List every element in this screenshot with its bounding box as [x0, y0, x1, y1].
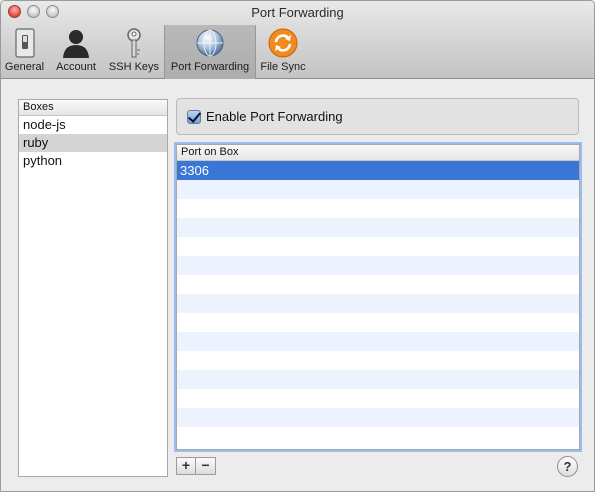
table-row-empty [177, 256, 579, 275]
table-row-empty [177, 199, 579, 218]
table-row[interactable]: 3306 [177, 161, 579, 180]
window-title: Port Forwarding [251, 5, 344, 20]
remove-port-button[interactable]: − [196, 457, 216, 475]
boxes-header: Boxes [19, 100, 167, 116]
table-row-empty [177, 180, 579, 199]
toolbar-account-label: Account [56, 61, 96, 73]
sync-icon [267, 27, 299, 59]
table-row-empty [177, 427, 579, 446]
enable-port-forwarding-label[interactable]: Enable Port Forwarding [206, 109, 343, 124]
toolbar-port-forwarding-label: Port Forwarding [170, 61, 250, 73]
table-row-empty [177, 275, 579, 294]
table-row-empty [177, 370, 579, 389]
toolbar-general[interactable]: General [1, 25, 48, 79]
enable-port-forwarding-checkbox[interactable] [187, 109, 201, 124]
table-row-empty [177, 351, 579, 370]
preferences-toolbar: General Account SSH Keys Port Forwarding… [1, 25, 310, 79]
table-row-empty [177, 294, 579, 313]
globe-icon [194, 27, 226, 59]
table-row-empty [177, 313, 579, 332]
table-row-empty [177, 237, 579, 256]
list-item-ruby[interactable]: ruby [19, 134, 167, 152]
table-row-empty [177, 332, 579, 351]
ports-table[interactable]: Port on Box 3306 [176, 144, 580, 450]
table-row-empty [177, 389, 579, 408]
port-on-box-header[interactable]: Port on Box [177, 145, 579, 161]
toolbar-port-forwarding[interactable]: Port Forwarding [164, 25, 256, 79]
title-bar: Port Forwarding General Account SSH Keys… [1, 1, 594, 79]
toolbar-file-sync-label: File Sync [260, 61, 306, 73]
toolbar-ssh-keys-label: SSH Keys [108, 61, 160, 73]
user-icon [60, 27, 92, 59]
boxes-list[interactable]: Boxes node-js ruby python [18, 99, 168, 477]
key-icon [118, 27, 150, 59]
toolbar-ssh-keys[interactable]: SSH Keys [104, 25, 164, 79]
toolbar-file-sync[interactable]: File Sync [256, 25, 310, 79]
help-button[interactable]: ? [557, 456, 578, 477]
list-item-python[interactable]: python [19, 152, 167, 170]
toolbar-account[interactable]: Account [48, 25, 104, 79]
enable-port-forwarding-panel: Enable Port Forwarding [176, 98, 579, 135]
toolbar-general-label: General [4, 61, 45, 73]
table-row-empty [177, 408, 579, 427]
table-row-empty [177, 218, 579, 237]
add-port-button[interactable]: + [176, 457, 196, 475]
switch-icon [9, 27, 41, 59]
add-remove-controls: + − [176, 457, 216, 475]
list-item-node-js[interactable]: node-js [19, 116, 167, 134]
preferences-window: Port Forwarding General Account SSH Keys… [0, 0, 595, 492]
